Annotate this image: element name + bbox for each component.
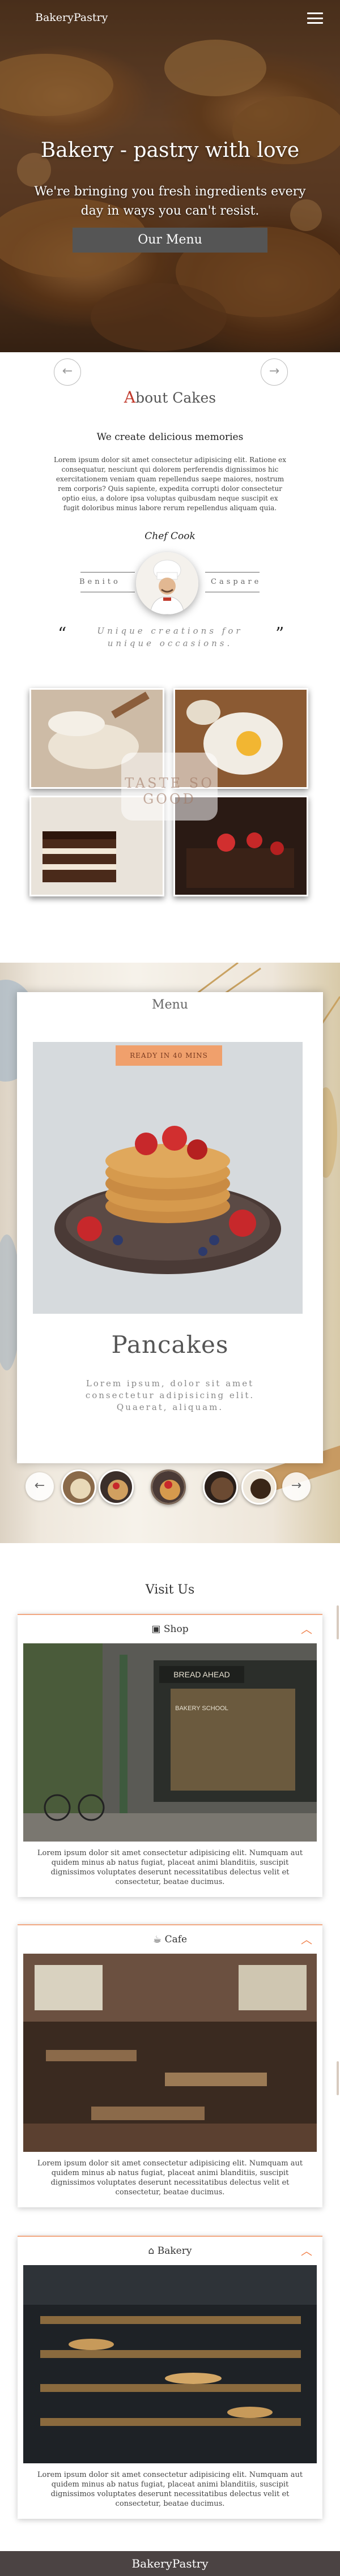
- menu-prev-button[interactable]: ←: [26, 1472, 54, 1501]
- chevron-up-icon[interactable]: ︿: [301, 1615, 312, 1643]
- visit-card-bakery: ⌂ Bakery ︿ Lorem ipsum dolor sit amet co…: [18, 2236, 322, 2519]
- arrow-left-icon: ←: [62, 364, 73, 378]
- scroll-indicator: [337, 2061, 339, 2095]
- footer-logo[interactable]: BakeryPastry: [131, 2557, 208, 2570]
- chef-quote: Unique creations for unique occasions.: [97, 626, 243, 648]
- divider: [80, 572, 135, 573]
- bakery-description: Lorem ipsum dolor sit amet consectetur a…: [37, 2471, 303, 2508]
- hero-background-image: [0, 40, 340, 351]
- menu-thumb-item[interactable]: [241, 1469, 277, 1505]
- chef-avatar: [136, 552, 198, 614]
- shop-icon: ▣: [151, 1624, 161, 1635]
- hero-title: Bakery - pastry with love: [40, 139, 300, 162]
- coffee-cup-icon: ☕: [152, 1934, 162, 1945]
- chevron-up-icon[interactable]: ︿: [301, 1925, 312, 1954]
- shop-description: Lorem ipsum dolor sit amet consectetur a…: [37, 1849, 303, 1886]
- dish-description: Lorem ipsum, dolor sit amet consectetur …: [85, 1378, 255, 1412]
- about-text: Lorem ipsum dolor sit amet consectetur a…: [54, 456, 286, 512]
- visit-us-title: Visit Us: [145, 1583, 195, 1597]
- menu-thumb-item[interactable]: [99, 1469, 134, 1505]
- visit-card-cafe: ☕ Cafe ︿ Lorem ipsum dolor sit amet cons…: [18, 1924, 322, 2207]
- our-menu-button[interactable]: Our Menu: [73, 228, 267, 253]
- visit-card-label: Shop: [163, 1624, 189, 1635]
- dish-title: Pancakes: [111, 1331, 229, 1359]
- bakery-photo: [23, 2265, 317, 2463]
- hamburger-icon[interactable]: [307, 12, 323, 24]
- site-logo[interactable]: BakeryPastry: [35, 11, 108, 24]
- pancakes-photo: [33, 1042, 303, 1314]
- bank-building-icon: ⌂: [148, 2245, 155, 2257]
- menu-thumb-item-active[interactable]: [151, 1469, 186, 1505]
- chef-last-name: Caspare: [211, 578, 262, 586]
- visit-card-header[interactable]: ☕ Cafe ︿: [18, 1925, 322, 1954]
- about-title-rest: bout Cakes: [135, 390, 216, 406]
- scroll-indicator: [337, 1605, 339, 1639]
- menu-thumb-item[interactable]: [61, 1469, 96, 1505]
- cafe-photo: [23, 1954, 317, 2152]
- visit-card-shop: ▣ Shop ︿ BREAD AHEAD BAKERY SCHOOL Lorem…: [18, 1614, 322, 1897]
- about-subtitle: We create delicious memories: [96, 432, 244, 443]
- about-prev-button[interactable]: ←: [54, 358, 81, 386]
- menu-heading: Menu: [152, 998, 188, 1012]
- visit-card-header[interactable]: ▣ Shop ︿: [18, 1615, 322, 1643]
- arrow-right-icon: →: [291, 1479, 302, 1493]
- arrow-left-icon: ←: [34, 1479, 45, 1493]
- shop-photo: BREAD AHEAD BAKERY SCHOOL: [23, 1643, 317, 1842]
- quote-open-mark: “: [58, 624, 67, 644]
- shop-sign: BREAD AHEAD: [173, 1670, 230, 1679]
- chef-label: Chef Cook: [144, 531, 196, 542]
- footer: BakeryPastry: [0, 2551, 340, 2576]
- hero-subtitle: We're bringing you fresh ingredients eve…: [34, 185, 306, 218]
- about-title-initial: A: [124, 388, 136, 407]
- about-next-button[interactable]: →: [261, 358, 288, 386]
- quote-close-mark: ”: [275, 624, 284, 644]
- pastry-gallery: TASTE SO GOOD: [29, 688, 308, 896]
- chef-first-name: Benito: [79, 578, 121, 586]
- shop-sub-sign: BAKERY SCHOOL: [175, 1705, 228, 1712]
- chevron-up-icon[interactable]: ︿: [301, 2237, 312, 2265]
- cafe-description: Lorem ipsum dolor sit amet consectetur a…: [37, 2159, 303, 2197]
- divider: [205, 572, 260, 573]
- menu-next-button[interactable]: →: [282, 1472, 311, 1501]
- taste-so-good-stamp: TASTE SO GOOD: [121, 753, 218, 821]
- visit-card-label: Cafe: [164, 1934, 188, 1945]
- menu-thumb-item[interactable]: [203, 1469, 238, 1505]
- visit-card-header[interactable]: ⌂ Bakery ︿: [18, 2237, 322, 2265]
- arrow-right-icon: →: [269, 364, 280, 378]
- about-title: About Cakes: [0, 388, 340, 407]
- visit-card-label: Bakery: [157, 2245, 192, 2257]
- hero-section: BakeryPastry Bakery - pastry with love W…: [0, 0, 340, 352]
- ready-time-badge: READY IN 40 MINS: [116, 1045, 222, 1066]
